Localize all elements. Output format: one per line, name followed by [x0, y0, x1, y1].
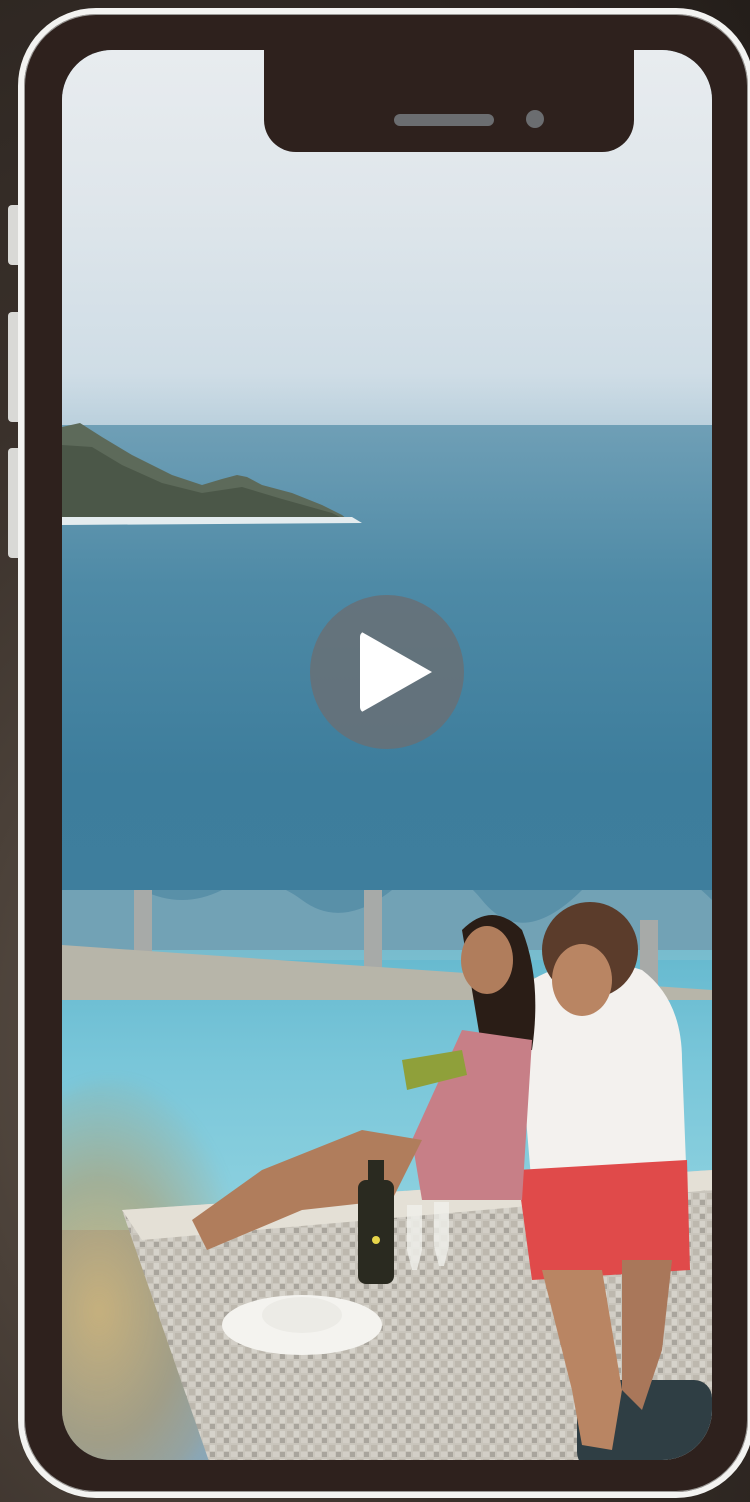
play-icon [360, 631, 432, 713]
phone-notch [264, 50, 634, 152]
front-camera [526, 110, 544, 128]
video-screen[interactable] [62, 50, 712, 1460]
volume-up-button [8, 312, 18, 422]
video-people [192, 902, 690, 1450]
video-island [62, 423, 362, 525]
speaker-grille [394, 114, 494, 126]
mute-switch [8, 205, 18, 265]
page-background [0, 0, 750, 1502]
play-button[interactable] [310, 595, 464, 749]
volume-down-button [8, 448, 18, 558]
